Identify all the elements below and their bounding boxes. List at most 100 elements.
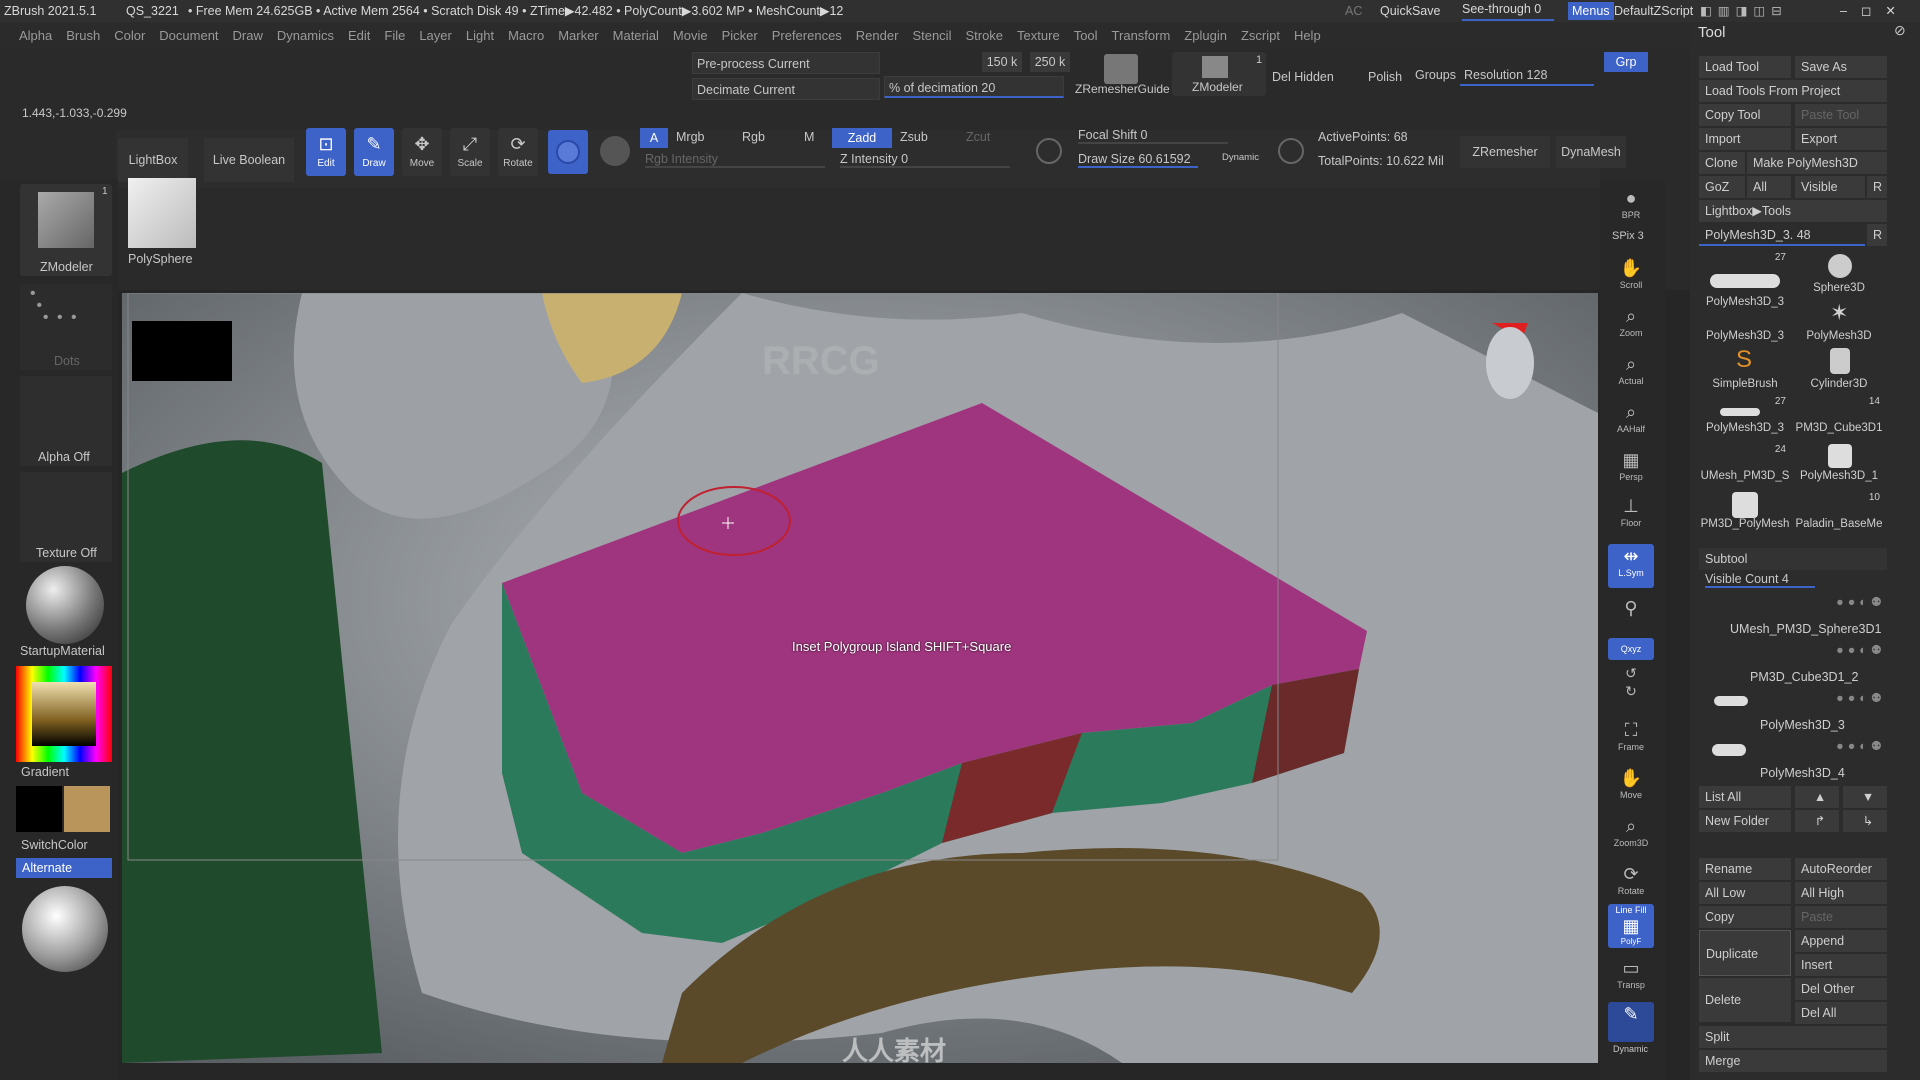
paste-tool-button[interactable]: Paste Tool xyxy=(1795,104,1887,126)
groups-toggle[interactable]: Groups xyxy=(1415,68,1456,82)
transp-button[interactable]: ▭ Transp xyxy=(1608,956,1654,1000)
zoom3d-button[interactable]: ⌕ Zoom3D xyxy=(1608,814,1654,858)
polish-button[interactable]: Polish xyxy=(1368,70,1402,84)
menu-texture[interactable]: Texture xyxy=(1017,22,1060,50)
sphere-material-button[interactable] xyxy=(548,130,588,174)
local-symmetry-button[interactable]: ⇹ L.Sym xyxy=(1608,544,1654,588)
rotate-mode-button[interactable]: ⟳ Rotate xyxy=(498,128,538,176)
decimation-percent-slider[interactable]: % of decimation 20 xyxy=(884,76,1064,98)
persp-button[interactable]: ▦ Persp xyxy=(1608,448,1654,492)
menu-picker[interactable]: Picker xyxy=(722,22,758,50)
make-polymesh-button[interactable]: Make PolyMesh3D xyxy=(1747,152,1887,174)
del-other-button[interactable]: Del Other xyxy=(1795,978,1887,1000)
menu-brush[interactable]: Brush xyxy=(66,22,100,50)
menu-preferences[interactable]: Preferences xyxy=(772,22,842,50)
frame-button[interactable]: ⛶ Frame xyxy=(1608,718,1654,762)
subtool-row[interactable]: PM3D_Cube3D1_2 ●●◐⚉ xyxy=(1700,640,1890,686)
copy-tool-button[interactable]: Copy Tool xyxy=(1699,104,1791,126)
menu-light[interactable]: Light xyxy=(466,22,494,50)
xyz-rotation-button[interactable]: Qxyz xyxy=(1608,638,1654,660)
switchcolor-button[interactable]: SwitchColor xyxy=(21,838,88,852)
list-all-button[interactable]: List All xyxy=(1699,786,1791,808)
autoreorder-button[interactable]: AutoReorder xyxy=(1795,858,1887,880)
menu-stencil[interactable]: Stencil xyxy=(912,22,951,50)
rename-button[interactable]: Rename xyxy=(1699,858,1791,880)
goz-visible-button[interactable]: Visible xyxy=(1795,176,1865,198)
scale-mode-button[interactable]: ⤢ Scale xyxy=(450,128,490,176)
insert-button[interactable]: Insert xyxy=(1795,954,1887,976)
goz-button[interactable]: GoZ xyxy=(1699,176,1745,198)
subtool-eye-icon[interactable]: ●●◐⚉ xyxy=(1836,594,1886,609)
focal-shift-slider[interactable]: Focal Shift 0 xyxy=(1078,128,1228,144)
tool-thumb[interactable]: PolyMesh3D_3 xyxy=(1700,300,1790,346)
lightbox-tools-button[interactable]: Lightbox▶Tools xyxy=(1699,200,1887,222)
aahalf-button[interactable]: ⌕ AAHalf xyxy=(1608,400,1654,444)
ghost-material-icon[interactable] xyxy=(600,136,630,166)
append-button[interactable]: Append xyxy=(1795,930,1887,952)
rotation-axes-icons[interactable]: ↺ ↻ xyxy=(1608,664,1654,704)
dynamic-d-icon[interactable] xyxy=(1278,138,1304,164)
all-low-button[interactable]: All Low xyxy=(1699,882,1791,904)
move-view-button[interactable]: ✋ Move xyxy=(1608,766,1654,810)
dynamesh-button[interactable]: DynaMesh xyxy=(1556,136,1626,168)
subtool-row[interactable]: UMesh_PM3D_Sphere3D1 ●●◐⚉ xyxy=(1700,592,1890,638)
quicksave-button[interactable]: QuickSave xyxy=(1380,0,1440,22)
draw-mode-button[interactable]: ✎ Draw xyxy=(354,128,394,176)
tool-thumb[interactable]: 10 Paladin_BaseMe xyxy=(1794,492,1884,538)
menu-help[interactable]: Help xyxy=(1294,22,1321,50)
rgb-toggle[interactable]: Rgb xyxy=(742,130,765,144)
default-zscript-button[interactable]: DefaultZScript xyxy=(1614,0,1693,22)
stroke-slot[interactable]: • • • • • Dots xyxy=(20,284,112,370)
tool-thumb[interactable]: PM3D_PolyMesh xyxy=(1700,492,1790,538)
move-up-icon[interactable]: ▲ xyxy=(1795,786,1839,808)
menu-document[interactable]: Document xyxy=(159,22,218,50)
zremesher-button[interactable]: ZRemesher xyxy=(1460,136,1550,168)
alpha-slot[interactable]: Alpha Off xyxy=(20,376,112,466)
load-tool-button[interactable]: Load Tool xyxy=(1699,56,1791,78)
draw-size-slider[interactable]: Draw Size 60.61592 xyxy=(1078,152,1198,168)
live-boolean-button[interactable]: Live Boolean xyxy=(204,138,294,182)
subtool-eye-icon[interactable]: ●●◐⚉ xyxy=(1836,642,1886,657)
light-sphere-icon[interactable] xyxy=(22,886,108,972)
resolution-slider[interactable]: Resolution 128 xyxy=(1460,64,1594,86)
z-intensity-slider[interactable]: Z Intensity 0 xyxy=(840,152,1010,168)
rotate-view-button[interactable]: ⟳ Rotate xyxy=(1608,862,1654,906)
subtool-row[interactable]: PolyMesh3D_4 ●●◐⚉ xyxy=(1700,736,1890,782)
zoom-button[interactable]: ⌕ Zoom xyxy=(1608,304,1654,348)
tool-thumb[interactable]: Cylinder3D xyxy=(1794,348,1884,394)
menu-macro[interactable]: Macro xyxy=(508,22,544,50)
menu-stroke[interactable]: Stroke xyxy=(965,22,1003,50)
menu-transform[interactable]: Transform xyxy=(1112,22,1171,50)
zmodeler-brush-button[interactable]: 1 ZModeler xyxy=(1172,52,1266,96)
import-button[interactable]: Import xyxy=(1699,128,1791,150)
panel-close-icon[interactable]: ⊘ xyxy=(1894,22,1906,39)
current-tool-slot[interactable]: 1 ZModeler xyxy=(20,184,112,276)
ghost-button[interactable]: ✎ xyxy=(1608,1002,1654,1042)
export-button[interactable]: Export xyxy=(1795,128,1887,150)
tool-thumb[interactable]: ✶ PolyMesh3D xyxy=(1794,300,1884,346)
gyro-button[interactable]: ⚲ xyxy=(1608,596,1654,640)
alternate-toggle[interactable]: Alternate xyxy=(16,858,112,878)
del-hidden-button[interactable]: Del Hidden xyxy=(1272,70,1334,84)
spix-slider[interactable]: SPix 3 xyxy=(1612,230,1644,242)
floor-button[interactable]: ⊥ Floor xyxy=(1608,494,1654,538)
decimate-current-button[interactable]: Decimate Current xyxy=(692,78,880,100)
menu-color[interactable]: Color xyxy=(114,22,145,50)
load-tools-from-project-button[interactable]: Load Tools From Project xyxy=(1699,80,1887,102)
tool-thumb[interactable]: PolyMesh3D_1 xyxy=(1794,444,1884,490)
window-controls[interactable]: ‒◻✕ xyxy=(1840,0,1910,22)
tool-thumb[interactable]: Sphere3D xyxy=(1794,252,1884,298)
new-folder-button[interactable]: New Folder xyxy=(1699,810,1791,832)
polysphere-slot[interactable]: PolySphere xyxy=(122,178,200,270)
scroll-button[interactable]: ✋ Scroll xyxy=(1608,256,1654,300)
save-as-button[interactable]: Save As xyxy=(1795,56,1887,78)
tool-thumb[interactable]: 27 PolyMesh3D_3 xyxy=(1700,396,1790,442)
canvas-viewport[interactable]: Inset Polygroup Island SHIFT+Square RRCG… xyxy=(122,293,1598,1063)
split-button[interactable]: Split xyxy=(1699,1026,1887,1048)
material-slot[interactable]: StartupMaterial xyxy=(20,566,112,662)
menu-marker[interactable]: Marker xyxy=(558,22,598,50)
bpr-button[interactable]: ● BPR xyxy=(1608,186,1654,230)
decimate-150k-button[interactable]: 150 k xyxy=(982,52,1022,72)
menu-zscript[interactable]: Zscript xyxy=(1241,22,1280,50)
goz-all-button[interactable]: All xyxy=(1747,176,1791,198)
